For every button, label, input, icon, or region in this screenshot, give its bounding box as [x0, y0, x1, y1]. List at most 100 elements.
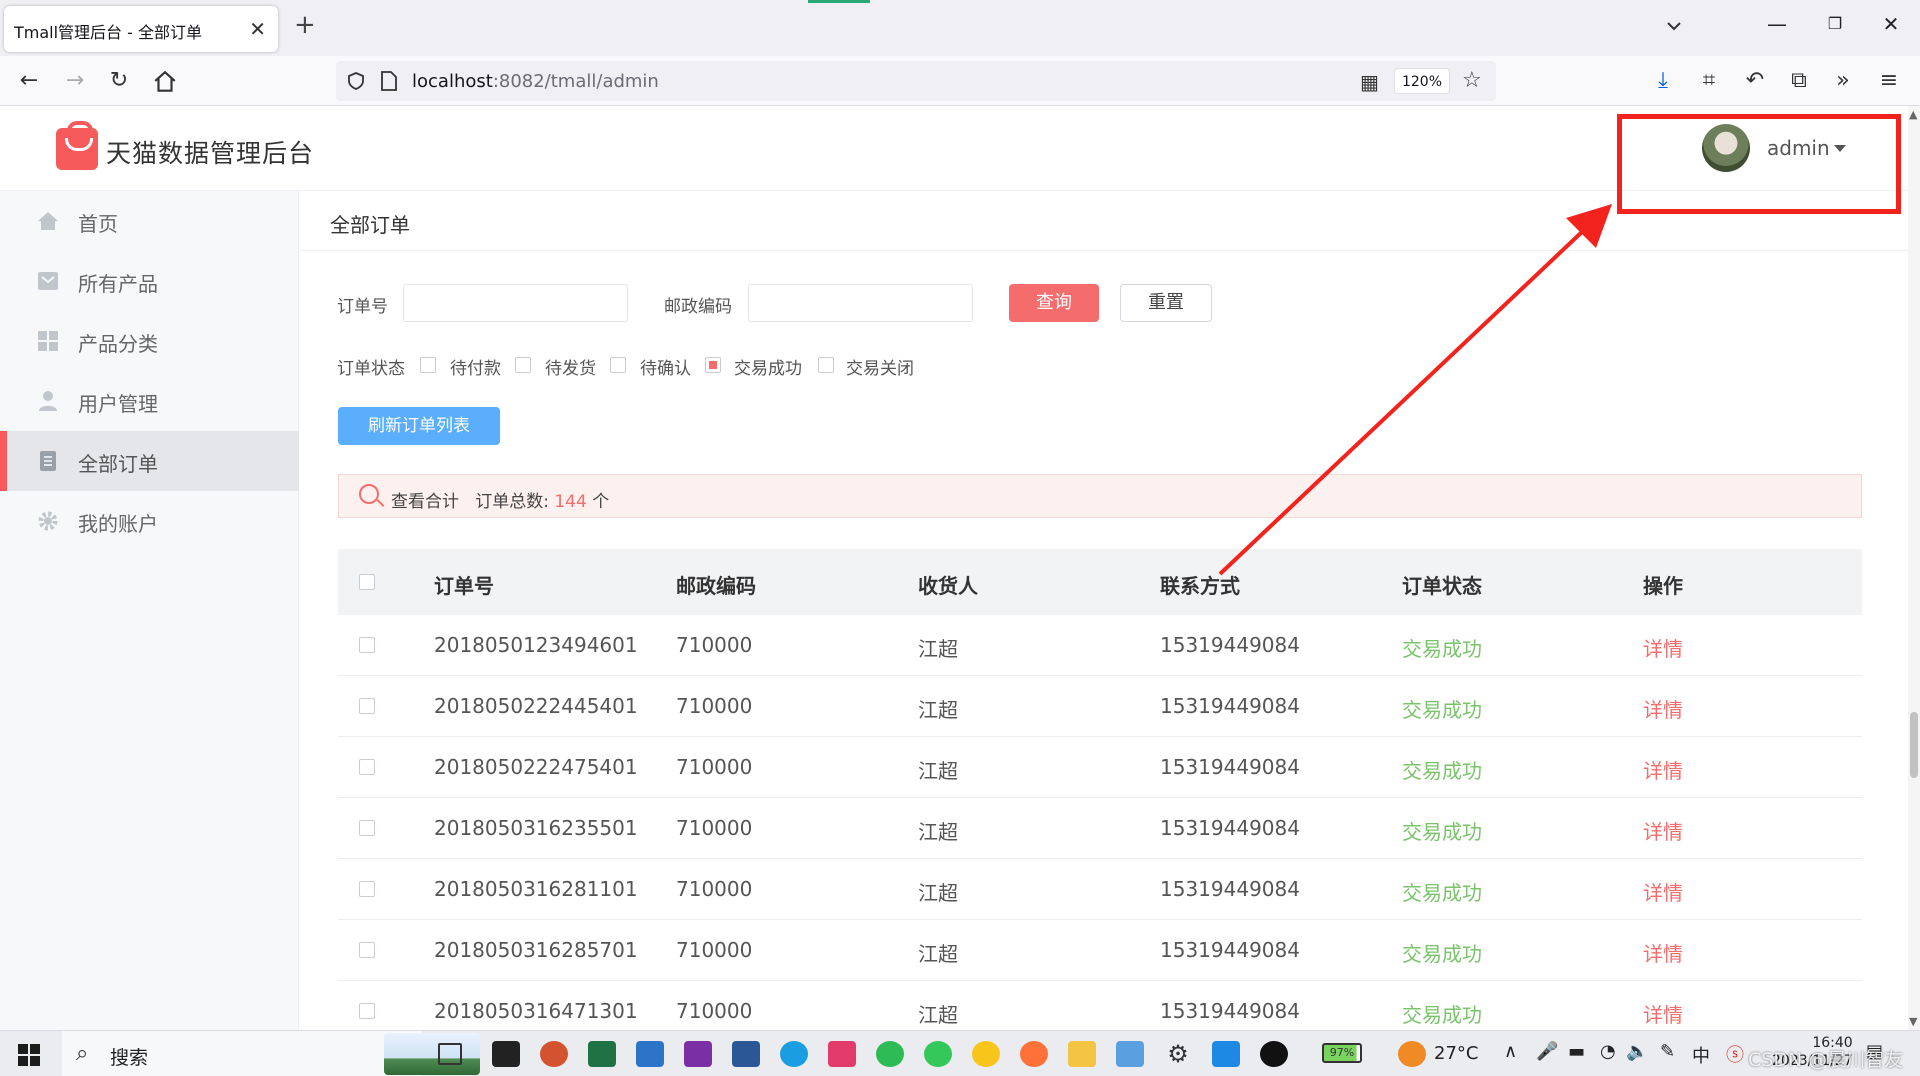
detail-link[interactable]: 详情	[1643, 938, 1683, 967]
sidebar-item-categories[interactable]: 产品分类	[0, 311, 299, 371]
word-icon[interactable]	[732, 1041, 760, 1067]
detail-link[interactable]: 详情	[1643, 633, 1683, 662]
app-menu-icon[interactable]: ≡	[1876, 69, 1902, 95]
table-row[interactable]: 2018050123494601 710000 江超 15319449084 交…	[338, 615, 1862, 676]
detail-link[interactable]: 详情	[1643, 816, 1683, 845]
vscode-icon[interactable]	[636, 1041, 664, 1067]
zoom-level-badge[interactable]: 120%	[1394, 68, 1450, 94]
undo-icon[interactable]: ↶	[1742, 69, 1768, 95]
status-checkbox-pending-shipment[interactable]	[515, 357, 531, 373]
column-header-postcode[interactable]: 邮政编码	[676, 570, 756, 599]
forward-icon[interactable]: →	[62, 69, 88, 95]
qq-music-icon[interactable]	[972, 1041, 1000, 1067]
column-header-status[interactable]: 订单状态	[1402, 570, 1482, 599]
shield-icon[interactable]	[346, 71, 366, 91]
windows-start-icon[interactable]	[18, 1044, 40, 1066]
file-explorer-icon[interactable]	[1068, 1041, 1096, 1067]
scrollbar-thumb[interactable]	[1910, 712, 1918, 778]
postcode-input[interactable]	[748, 284, 973, 322]
extensions-icon[interactable]: ⧉	[1786, 69, 1812, 95]
onenote-icon[interactable]	[684, 1041, 712, 1067]
table-row[interactable]: 2018050316285701 710000 江超 15319449084 交…	[338, 920, 1862, 981]
page-scrollbar[interactable]: ▲ ▼	[1908, 106, 1920, 1030]
edge-icon[interactable]	[780, 1041, 808, 1067]
table-row[interactable]: 2018050316281101 710000 江超 15319449084 交…	[338, 859, 1862, 920]
order-no-input[interactable]	[403, 284, 628, 322]
sidebar-item-users[interactable]: 用户管理	[0, 371, 299, 431]
detail-link[interactable]: 详情	[1643, 999, 1683, 1028]
sidebar-item-products[interactable]: 所有产品	[0, 251, 299, 311]
select-all-checkbox[interactable]	[359, 574, 375, 590]
sticky-notes-icon[interactable]	[492, 1041, 520, 1067]
app-blue-icon[interactable]	[1116, 1041, 1144, 1067]
app-green-icon[interactable]	[924, 1041, 952, 1067]
refresh-order-list-button[interactable]: 刷新订单列表	[338, 407, 500, 445]
crop-screenshot-icon[interactable]: ⌗	[1696, 69, 1722, 95]
tray-chevron-up-icon[interactable]: ∧	[1504, 1041, 1517, 1062]
reset-button[interactable]: 重置	[1120, 284, 1212, 322]
volume-icon[interactable]: 🔈	[1626, 1041, 1648, 1062]
status-checkbox-pending-payment[interactable]	[420, 357, 436, 373]
row-checkbox[interactable]	[359, 637, 375, 653]
back-icon[interactable]: ←	[16, 69, 42, 95]
wifi-icon[interactable]: ◔	[1600, 1041, 1616, 1062]
firefox-icon[interactable]	[1020, 1041, 1048, 1067]
address-bar[interactable]: localhost:8082/tmall/admin ▦ 120% ☆	[336, 61, 1496, 101]
list-all-tabs-icon[interactable]	[1664, 16, 1684, 36]
row-checkbox[interactable]	[359, 1003, 375, 1019]
excel-icon[interactable]	[588, 1041, 616, 1067]
scroll-up-icon[interactable]: ▲	[1909, 108, 1917, 121]
status-checkbox-closed[interactable]	[818, 357, 834, 373]
column-header-order-no[interactable]: 订单号	[434, 570, 494, 599]
pen-icon[interactable]: ✎	[1660, 1041, 1675, 1062]
new-tab-button[interactable]: +	[294, 12, 316, 38]
url-text[interactable]: localhost:8082/tmall/admin	[412, 71, 659, 92]
row-checkbox[interactable]	[359, 820, 375, 836]
reload-icon[interactable]: ↻	[106, 69, 132, 95]
taskbar-search-box[interactable]: ⌕ 搜索	[62, 1031, 480, 1076]
query-button[interactable]: 查询	[1009, 284, 1099, 322]
status-checkbox-success[interactable]	[705, 357, 721, 373]
bookmark-star-icon[interactable]: ☆	[1462, 68, 1482, 93]
wechat-icon[interactable]	[876, 1041, 904, 1067]
table-row[interactable]: 2018050316235501 710000 江超 15319449084 交…	[338, 798, 1862, 859]
temperature[interactable]: 27°C	[1434, 1043, 1478, 1064]
more-tools-icon[interactable]: »	[1830, 69, 1856, 95]
column-header-receiver[interactable]: 收货人	[918, 570, 978, 599]
download-icon[interactable]: ⤓	[1650, 69, 1676, 95]
scroll-down-icon[interactable]: ▼	[1909, 1015, 1917, 1028]
sidebar-item-home[interactable]: 首页	[0, 191, 299, 251]
row-checkbox[interactable]	[359, 759, 375, 775]
row-checkbox[interactable]	[359, 698, 375, 714]
table-row[interactable]: 2018050222445401 710000 江超 15319449084 交…	[338, 676, 1862, 737]
csdn-tray-icon[interactable]: ⓢ	[1726, 1041, 1744, 1067]
qq-icon[interactable]	[1260, 1041, 1288, 1067]
ime-indicator[interactable]: 中	[1692, 1042, 1710, 1068]
detail-link[interactable]: 详情	[1643, 877, 1683, 906]
media-player-icon[interactable]	[1212, 1041, 1240, 1067]
browser-tab-active[interactable]: Tmall管理后台 - 全部订单 ✕	[4, 6, 278, 52]
qr-code-icon[interactable]: ▦	[1360, 70, 1379, 94]
column-header-contact[interactable]: 联系方式	[1160, 570, 1240, 599]
sidebar-item-orders[interactable]: 全部订单	[0, 431, 299, 491]
powerpoint-icon[interactable]	[540, 1041, 568, 1067]
tab-close-icon[interactable]: ✕	[249, 17, 266, 41]
sidebar-item-account[interactable]: 我的账户	[0, 491, 299, 551]
row-checkbox[interactable]	[359, 881, 375, 897]
status-checkbox-pending-confirm[interactable]	[610, 357, 626, 373]
intellij-icon[interactable]	[828, 1041, 856, 1067]
row-checkbox[interactable]	[359, 942, 375, 958]
detail-link[interactable]: 详情	[1643, 755, 1683, 784]
home-button-icon[interactable]	[152, 69, 178, 95]
settings-gear-icon[interactable]: ⚙	[1164, 1041, 1192, 1067]
window-close-icon[interactable]: ✕	[1876, 12, 1906, 36]
battery-indicator[interactable]: 97%	[1322, 1043, 1362, 1063]
table-row[interactable]: 2018050222475401 710000 江超 15319449084 交…	[338, 737, 1862, 798]
weather-icon[interactable]	[1398, 1041, 1426, 1067]
tray-app-icon[interactable]: ▬	[1568, 1041, 1585, 1062]
task-view-icon[interactable]	[438, 1043, 462, 1065]
minimize-icon[interactable]: —	[1762, 12, 1792, 36]
detail-link[interactable]: 详情	[1643, 694, 1683, 723]
restore-icon[interactable]: ❐	[1820, 14, 1850, 33]
microphone-icon[interactable]: 🎤	[1536, 1041, 1558, 1062]
